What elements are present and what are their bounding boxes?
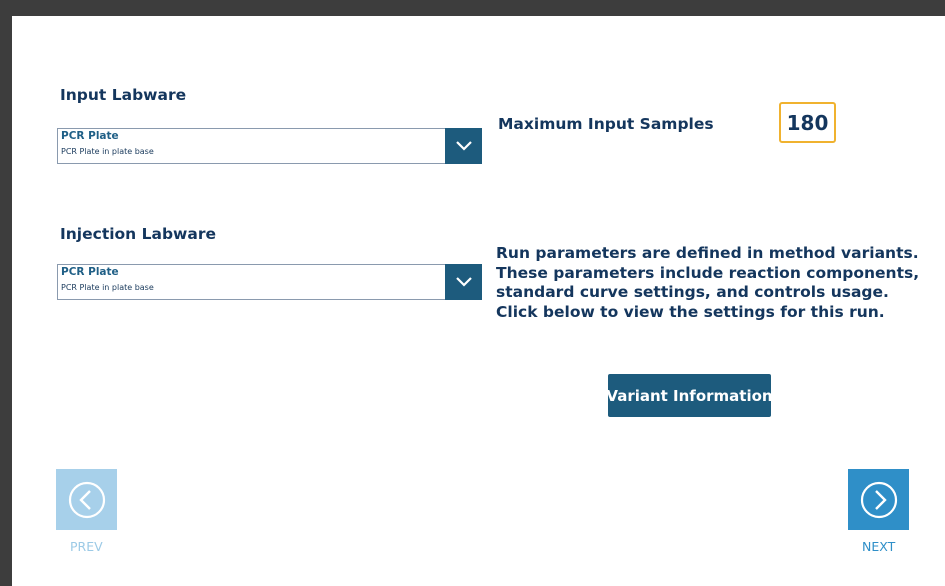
chevron-down-icon bbox=[455, 141, 472, 151]
prev-label: PREV bbox=[70, 539, 103, 554]
input-labware-dropdown-button[interactable] bbox=[445, 128, 482, 164]
input-labware-selected-title: PCR Plate bbox=[61, 130, 119, 142]
injection-labware-dropdown-button[interactable] bbox=[445, 264, 482, 300]
max-input-samples-label: Maximum Input Samples bbox=[498, 115, 714, 133]
chevron-down-icon bbox=[455, 277, 472, 287]
window-frame-left bbox=[0, 0, 12, 586]
run-parameters-description: Run parameters are defined in method var… bbox=[496, 244, 936, 322]
input-labware-dropdown[interactable]: PCR Plate PCR Plate in plate base bbox=[57, 128, 482, 164]
injection-labware-dropdown[interactable]: PCR Plate PCR Plate in plate base bbox=[57, 264, 482, 300]
variant-information-button[interactable]: Variant Information bbox=[606, 374, 773, 417]
next-label: NEXT bbox=[862, 539, 896, 554]
main-panel: Input Labware PCR Plate PCR Plate in pla… bbox=[12, 16, 945, 586]
prev-button[interactable] bbox=[56, 469, 117, 530]
run-info-line: These parameters include reaction compon… bbox=[496, 263, 920, 282]
run-info-line: Run parameters are defined in method var… bbox=[496, 244, 919, 262]
chevron-left-circle-icon bbox=[68, 481, 105, 518]
max-input-samples-value: 180 bbox=[779, 102, 836, 143]
injection-labware-selected-title: PCR Plate bbox=[61, 266, 119, 278]
chevron-right-circle-icon bbox=[860, 481, 897, 518]
run-info-line: Click below to view the settings for thi… bbox=[496, 302, 885, 321]
run-info-line: standard curve settings, and controls us… bbox=[496, 283, 889, 301]
input-labware-selected-subtitle: PCR Plate in plate base bbox=[61, 147, 154, 156]
injection-labware-selected-subtitle: PCR Plate in plate base bbox=[61, 283, 154, 292]
window-frame-top bbox=[0, 0, 945, 16]
input-labware-label: Input Labware bbox=[60, 86, 187, 104]
next-button[interactable] bbox=[848, 469, 909, 530]
injection-labware-label: Injection Labware bbox=[60, 225, 216, 243]
